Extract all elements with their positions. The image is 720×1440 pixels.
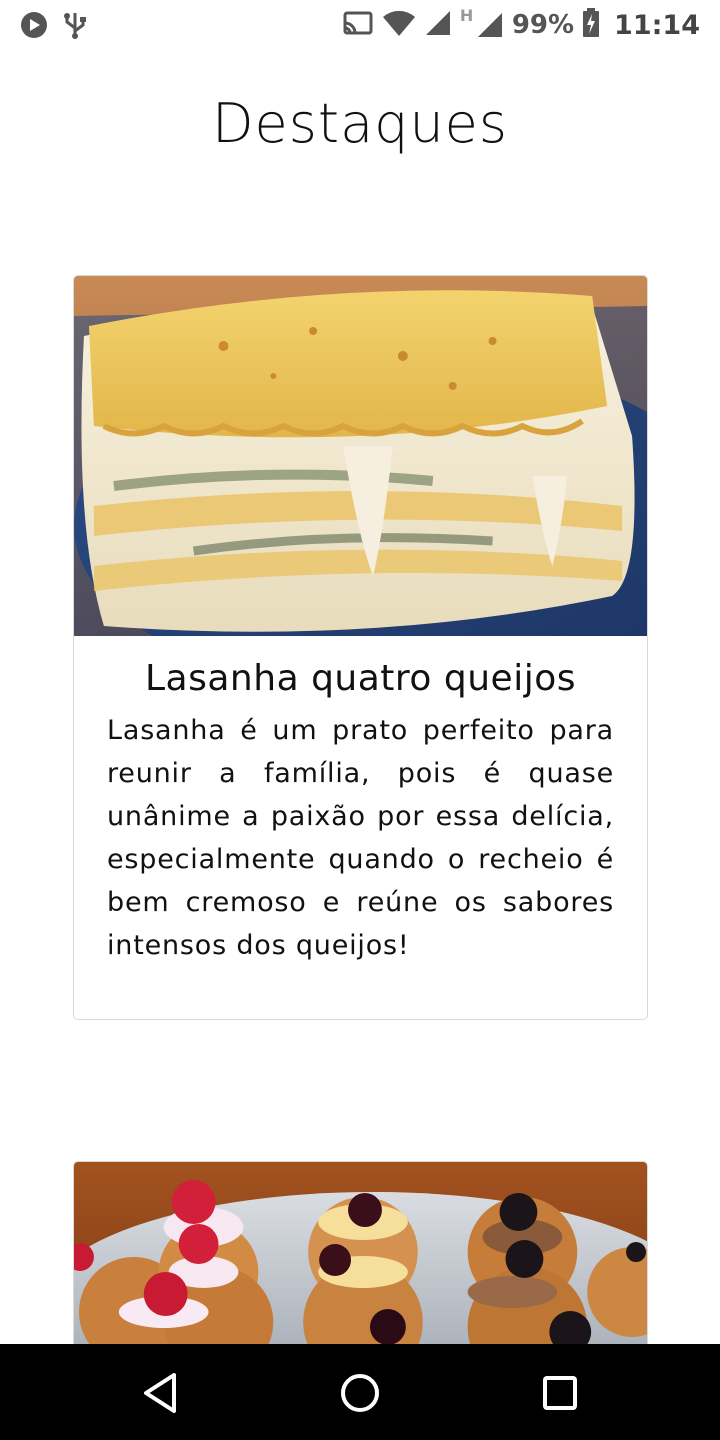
network-type-label: H xyxy=(459,6,474,25)
status-time: 11:14 xyxy=(614,9,700,41)
battery-percent: 99% xyxy=(511,10,575,40)
status-bar: H 99% 11:14 xyxy=(0,0,720,48)
signal-h-icon: H xyxy=(460,6,504,40)
back-button[interactable] xyxy=(135,1368,185,1418)
wifi-icon xyxy=(382,9,416,41)
recipe-card[interactable]: Lasanha quatro queijos Lasanha é um prat… xyxy=(73,275,648,1020)
page-title: Destaques xyxy=(211,92,509,155)
status-bar-right: H 99% 11:14 xyxy=(342,6,700,42)
card-title: Lasanha quatro queijos xyxy=(145,658,576,699)
battery-icon xyxy=(582,8,600,42)
home-button[interactable] xyxy=(335,1368,385,1418)
play-store-icon xyxy=(20,11,48,43)
recents-button[interactable] xyxy=(535,1368,585,1418)
cream-puff-pastries-photo[interactable] xyxy=(74,1162,647,1361)
recents-icon xyxy=(543,1376,577,1410)
cast-icon xyxy=(342,9,374,41)
back-icon xyxy=(144,1373,176,1413)
home-icon xyxy=(341,1374,379,1412)
usb-icon xyxy=(60,10,90,44)
status-bar-left xyxy=(20,10,90,44)
card-body: Lasanha quatro queijos Lasanha é um prat… xyxy=(74,636,647,967)
navigation-bar xyxy=(0,1344,720,1440)
card-description: Lasanha é um prato perfeito para reunir … xyxy=(107,715,614,961)
lasagna-photo[interactable] xyxy=(74,276,647,636)
signal-icon xyxy=(424,9,452,41)
recipe-card[interactable] xyxy=(73,1161,648,1361)
